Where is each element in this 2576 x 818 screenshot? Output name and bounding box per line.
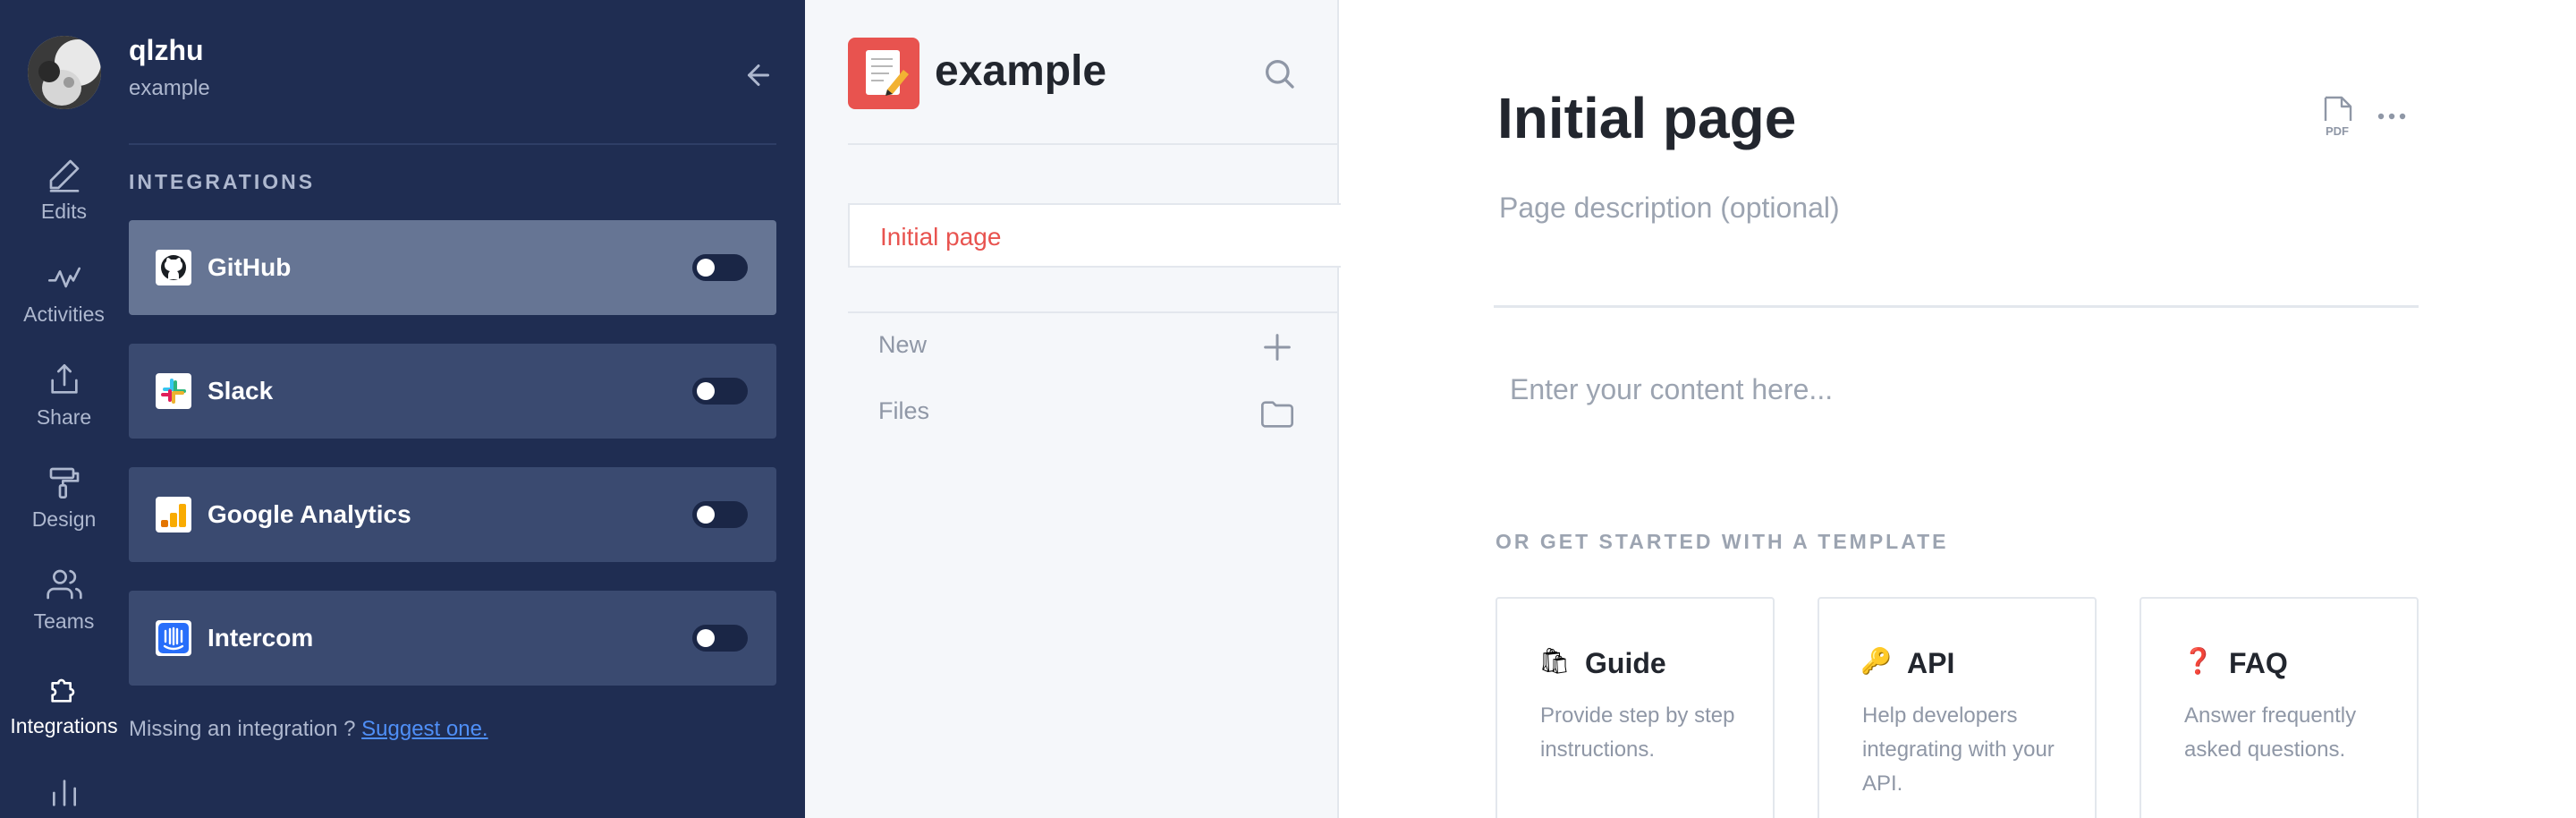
folder-icon[interactable]	[1259, 396, 1295, 432]
missing-label: Missing an integration ?	[129, 717, 356, 741]
slack-icon	[156, 373, 191, 409]
puzzle-icon	[47, 671, 82, 707]
templates-heading: OR GET STARTED WITH A TEMPLATE	[1496, 530, 1949, 553]
share-icon	[47, 362, 82, 398]
template-name: FAQ	[2229, 647, 2288, 679]
integration-name: Google Analytics	[208, 500, 411, 528]
template-card-faq[interactable]: ❓ FAQ Answer frequently asked questions.	[2140, 597, 2419, 818]
question-mark-icon: ❓	[2182, 647, 2214, 675]
collapse-arrow-icon[interactable]	[742, 59, 775, 91]
template-card-api[interactable]: 🔑 API Help developers integrating with y…	[1818, 597, 2097, 818]
integrations-heading: INTEGRATIONS	[129, 170, 316, 193]
integration-card-slack[interactable]: Slack	[129, 344, 776, 439]
pdf-label: PDF	[2326, 124, 2349, 138]
files-button[interactable]: Files	[878, 397, 929, 425]
integration-name: Slack	[208, 377, 274, 405]
activity-icon	[47, 260, 82, 295]
integrations-sidebar: qlzhu example Edits Activities Share Des…	[0, 0, 805, 818]
toggle-knob	[697, 629, 715, 647]
search-icon[interactable]	[1261, 55, 1297, 91]
rail-item-edits[interactable]: Edits	[0, 157, 128, 224]
rail-label: Integrations	[10, 714, 118, 737]
template-name: Guide	[1585, 647, 1666, 679]
integration-toggle[interactable]	[692, 254, 748, 281]
nav-divider	[848, 143, 1339, 145]
page-item-label: Initial page	[880, 223, 1002, 251]
more-options-icon[interactable]	[2376, 104, 2408, 129]
nav-divider	[848, 311, 1339, 313]
integration-card-google-analytics[interactable]: Google Analytics	[129, 467, 776, 562]
integration-card-intercom[interactable]: Intercom	[129, 591, 776, 686]
integration-name: Intercom	[208, 624, 314, 652]
template-description: Provide step by step instructions.	[1540, 703, 1735, 762]
google-analytics-icon	[156, 497, 191, 533]
template-description: Help developers integrating with your AP…	[1862, 703, 2055, 796]
integration-toggle[interactable]	[692, 378, 748, 405]
toggle-knob	[697, 382, 715, 400]
header-divider	[129, 143, 776, 145]
page-description-input[interactable]: Page description (optional)	[1499, 192, 1840, 225]
rail-item-design[interactable]: Design	[0, 464, 128, 532]
user-name: qlzhu	[129, 34, 204, 66]
integration-name: GitHub	[208, 253, 292, 281]
pencil-icon	[47, 157, 82, 192]
rail-label: Design	[31, 507, 97, 531]
content-editor[interactable]: Enter your content here...	[1510, 373, 1833, 406]
rail-item-integrations[interactable]: Integrations	[0, 671, 128, 738]
rail-label: Teams	[33, 609, 95, 633]
avatar[interactable]	[28, 36, 101, 109]
space-name: example	[129, 76, 210, 100]
space-logo-icon[interactable]	[848, 38, 919, 109]
plus-icon[interactable]	[1259, 329, 1295, 365]
space-title: example	[935, 47, 1107, 95]
key-icon: 🔑	[1860, 647, 1892, 675]
page-item-initial-page[interactable]: Initial page	[848, 203, 1341, 268]
rail-item-insights[interactable]	[0, 775, 128, 811]
missing-integration-text: Missing an integration ? Suggest one.	[129, 717, 488, 742]
integration-toggle[interactable]	[692, 501, 748, 528]
suggest-link[interactable]: Suggest one.	[361, 717, 487, 741]
rail-item-activities[interactable]: Activities	[0, 260, 128, 327]
rail-label: Share	[36, 405, 92, 429]
page-title[interactable]: Initial page	[1497, 85, 1796, 151]
bar-chart-icon	[47, 775, 82, 811]
template-description: Answer frequently asked questions.	[2184, 703, 2357, 762]
paint-roller-icon	[47, 464, 82, 500]
integration-toggle[interactable]	[692, 625, 748, 652]
rail-label: Edits	[40, 200, 88, 223]
toggle-knob	[697, 506, 715, 524]
integration-card-github[interactable]: GitHub	[129, 220, 776, 315]
intercom-icon	[156, 620, 191, 656]
template-card-guide[interactable]: 🛍 Guide Provide step by step instruction…	[1496, 597, 1775, 818]
pdf-export-icon[interactable]: PDF	[2318, 95, 2356, 138]
title-divider	[1494, 305, 2419, 308]
users-icon	[46, 567, 82, 602]
rail-item-teams[interactable]: Teams	[0, 567, 128, 634]
rail-item-share[interactable]: Share	[0, 362, 128, 430]
toggle-knob	[697, 259, 715, 277]
new-page-button[interactable]: New	[878, 331, 927, 359]
template-name: API	[1907, 647, 1955, 679]
github-icon	[156, 250, 191, 285]
rail-label: Activities	[23, 302, 105, 326]
shopping-bag-icon: 🛍	[1538, 647, 1571, 675]
